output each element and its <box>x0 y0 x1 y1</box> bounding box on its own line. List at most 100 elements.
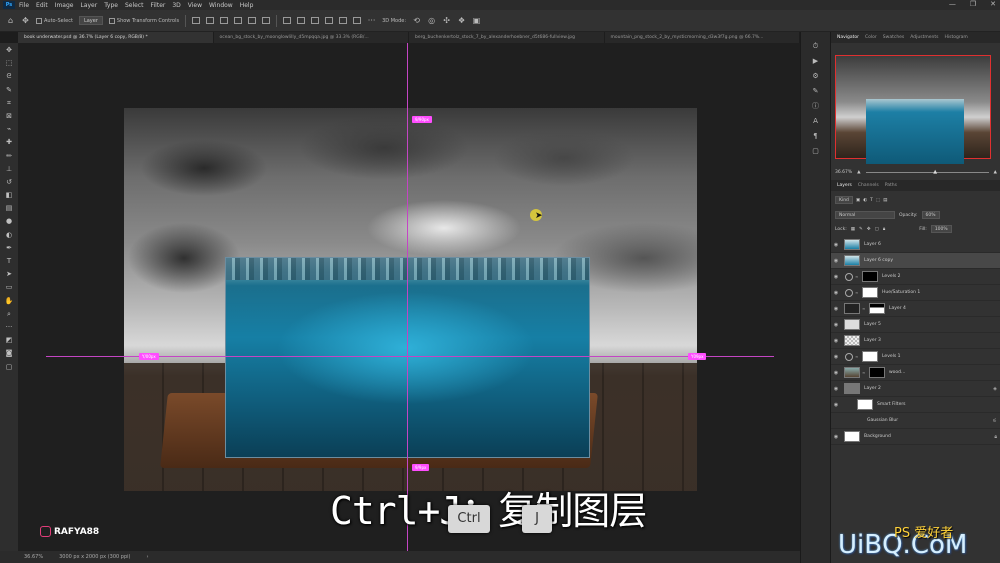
layer-mask-thumbnail[interactable] <box>862 351 878 362</box>
3d-slide-icon[interactable]: ❖ <box>457 16 466 25</box>
canvas-area[interactable]: 9/90px Y/00px Y09px 9/9px ➤ <box>18 43 800 551</box>
blur-tool-icon[interactable]: ● <box>4 217 14 226</box>
layer-thumbnail[interactable] <box>844 303 860 314</box>
link-icon[interactable]: ∞ <box>855 274 860 279</box>
menu-file[interactable]: File <box>19 2 29 9</box>
gradient-tool-icon[interactable]: ▤ <box>4 204 14 213</box>
distribute-icon[interactable] <box>297 17 306 24</box>
history-icon[interactable]: ⏱ <box>811 42 820 51</box>
filter-kind-select[interactable]: Kind <box>835 196 853 204</box>
distribute-icon[interactable] <box>353 17 362 24</box>
layer-mask-thumbnail[interactable] <box>869 303 885 314</box>
visibility-eye-icon[interactable]: ◉ <box>831 338 841 344</box>
zoom-tool-icon[interactable]: ⌕ <box>4 310 14 319</box>
shape-tool-icon[interactable]: ▭ <box>4 283 14 292</box>
brush-tool-icon[interactable]: ✏ <box>4 152 14 161</box>
filter-adjust-icon[interactable]: ◐ <box>863 198 867 203</box>
filter-options-icon[interactable]: ⚟ <box>993 418 997 424</box>
lock-pixels-icon[interactable]: ✎ <box>859 227 863 232</box>
paragraph-icon[interactable]: ¶ <box>811 132 820 141</box>
zoom-slider[interactable]: ▲ <box>865 169 989 175</box>
layer-name[interactable]: Layer 6 copy <box>864 258 893 263</box>
layer-thumbnail[interactable] <box>844 335 860 346</box>
move-tool-icon[interactable]: ✥ <box>21 16 30 25</box>
visibility-eye-icon[interactable]: ◉ <box>831 258 841 264</box>
more-icon[interactable]: ··· <box>367 16 376 25</box>
3d-scale-icon[interactable]: ▣ <box>472 16 481 25</box>
layer-thumbnail[interactable] <box>844 319 860 330</box>
tab-paths[interactable]: Paths <box>885 183 897 188</box>
hand-tool-icon[interactable]: ✋ <box>4 297 14 306</box>
layer-mask-thumbnail[interactable] <box>869 367 885 378</box>
visibility-eye-icon[interactable]: ◉ <box>831 434 841 440</box>
distribute-icon[interactable] <box>283 17 292 24</box>
layer-thumbnail[interactable] <box>844 431 860 442</box>
layer-row[interactable]: ◉ ∞ Levels 2 <box>831 269 1000 285</box>
fill-value[interactable]: 100% <box>930 225 952 233</box>
layer-row[interactable]: ◉ Smart Filters <box>831 397 1000 413</box>
layer-row[interactable]: ◉ Layer 6 <box>831 237 1000 253</box>
lock-artboard-icon[interactable]: ▢ <box>875 227 879 232</box>
visibility-eye-icon[interactable]: ◉ <box>831 402 841 408</box>
tab-berg-stock[interactable]: berg_buchenkertolz_stock_7_by_alexanderh… <box>409 32 605 43</box>
visibility-eye-icon[interactable]: ◉ <box>831 306 841 312</box>
tab-navigator[interactable]: Navigator <box>837 35 859 40</box>
layer-name[interactable]: Levels 2 <box>882 274 901 279</box>
layer-row[interactable]: Gaussian Blur ⚟ <box>831 413 1000 429</box>
link-icon[interactable]: ∞ <box>862 370 867 375</box>
filter-smart-icon[interactable]: ▤ <box>883 198 887 203</box>
auto-select-checkbox[interactable]: Auto-Select <box>36 17 73 24</box>
tab-mountain-stock[interactable]: mountain_png_stock_2_by_mysticmorning_d3… <box>605 32 800 43</box>
opacity-value[interactable]: 60% <box>921 211 940 219</box>
menu-image[interactable]: Image <box>55 2 74 9</box>
menu-view[interactable]: View <box>188 2 202 9</box>
tab-histogram[interactable]: Histogram <box>944 35 967 40</box>
link-icon[interactable]: ∞ <box>855 290 860 295</box>
path-select-tool-icon[interactable]: ➤ <box>4 270 14 279</box>
layer-name[interactable]: Layer 4 <box>889 306 906 311</box>
maximize-button[interactable]: ❐ <box>970 0 976 8</box>
tab-channels[interactable]: Channels <box>858 183 879 188</box>
link-icon[interactable]: ∞ <box>862 306 867 311</box>
layer-thumbnail[interactable] <box>844 255 860 266</box>
layer-mask-thumbnail[interactable] <box>862 271 878 282</box>
layer-row[interactable]: ◉ ∞ Layer 4 <box>831 301 1000 317</box>
tab-color[interactable]: Color <box>865 35 877 40</box>
info-icon[interactable]: ⓘ <box>811 102 820 111</box>
layer-thumbnail[interactable] <box>844 367 860 378</box>
menu-select[interactable]: Select <box>125 2 144 9</box>
visibility-eye-icon[interactable]: ◉ <box>831 354 841 360</box>
crop-tool-icon[interactable]: ⌗ <box>4 99 14 108</box>
layer-row[interactable]: ◉ ∞ wood... <box>831 365 1000 381</box>
lasso-tool-icon[interactable]: ᘓ <box>4 72 14 81</box>
menu-type[interactable]: Type <box>104 2 118 9</box>
menu-layer[interactable]: Layer <box>80 2 97 9</box>
menu-window[interactable]: Window <box>209 2 233 9</box>
align-top-icon[interactable] <box>234 17 243 24</box>
align-center-icon[interactable] <box>206 17 215 24</box>
layer-name[interactable]: Hue/Saturation 1 <box>882 290 920 295</box>
visibility-eye-icon[interactable]: ◉ <box>831 370 841 376</box>
link-icon[interactable]: ∞ <box>855 354 860 359</box>
color-swatches-icon[interactable]: ◩ <box>4 336 14 345</box>
layer-row[interactable]: ◉ Background 🔒︎ <box>831 429 1000 445</box>
layer-row[interactable]: ◉ Layer 2 ◈ <box>831 381 1000 397</box>
move-tool-icon[interactable]: ✥ <box>4 46 14 55</box>
show-transform-checkbox[interactable]: Show Transform Controls <box>108 17 179 24</box>
actions-icon[interactable]: ▶ <box>811 57 820 66</box>
more-tools-icon[interactable]: ··· <box>4 323 14 332</box>
properties-icon[interactable]: ⚙ <box>811 72 820 81</box>
glyphs-icon[interactable]: ▢ <box>811 147 820 156</box>
distribute-icon[interactable] <box>325 17 334 24</box>
zoom-in-icon[interactable]: ▲ <box>994 170 997 175</box>
visibility-eye-icon[interactable]: ◉ <box>831 386 841 392</box>
distribute-icon[interactable] <box>339 17 348 24</box>
type-tool-icon[interactable]: T <box>4 257 14 266</box>
menu-filter[interactable]: Filter <box>151 2 166 9</box>
history-brush-tool-icon[interactable]: ↺ <box>4 178 14 187</box>
3d-pan-icon[interactable]: ✣ <box>442 16 451 25</box>
blend-mode-select[interactable]: Normal <box>835 211 895 219</box>
align-bottom-icon[interactable] <box>262 17 271 24</box>
3d-rotate-icon[interactable]: ⟲ <box>412 16 421 25</box>
layer-row[interactable]: ◉ ∞ Levels 1 <box>831 349 1000 365</box>
